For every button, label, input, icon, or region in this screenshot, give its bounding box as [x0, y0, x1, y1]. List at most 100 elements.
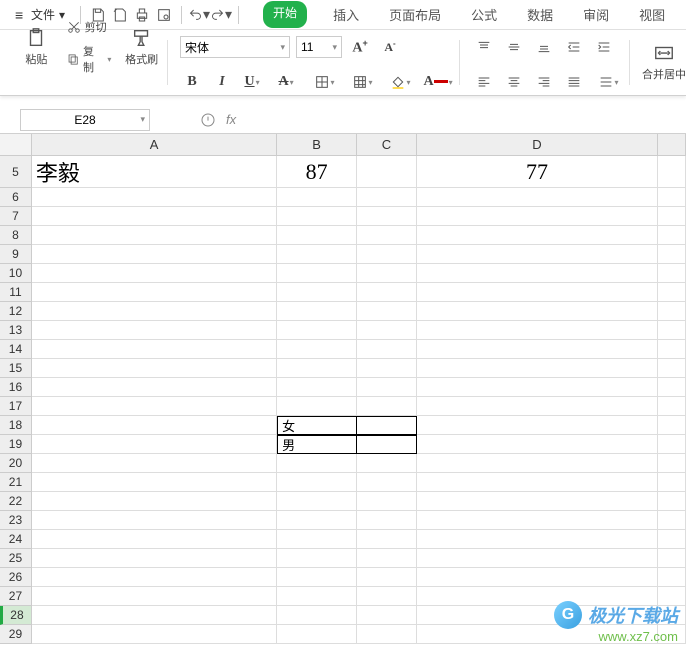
- row-header[interactable]: 27: [0, 587, 32, 606]
- cell[interactable]: [357, 587, 417, 606]
- row-header[interactable]: 20: [0, 454, 32, 473]
- cell[interactable]: [357, 492, 417, 511]
- cell[interactable]: [32, 568, 277, 587]
- cell[interactable]: 87: [277, 156, 357, 188]
- cell[interactable]: [277, 378, 357, 397]
- cell[interactable]: [357, 302, 417, 321]
- cell[interactable]: [357, 207, 417, 226]
- cell[interactable]: [357, 454, 417, 473]
- cell[interactable]: [658, 302, 686, 321]
- cell[interactable]: [658, 416, 686, 435]
- decrease-indent-button[interactable]: [562, 35, 586, 59]
- select-all-corner[interactable]: [0, 134, 32, 156]
- cell[interactable]: [357, 188, 417, 207]
- tab-data[interactable]: 数据: [523, 1, 557, 28]
- cell[interactable]: [417, 568, 658, 587]
- column-header[interactable]: D: [417, 134, 658, 156]
- align-bottom-button[interactable]: [532, 35, 556, 59]
- cell[interactable]: [32, 226, 277, 245]
- cell[interactable]: [357, 340, 417, 359]
- cell[interactable]: [417, 435, 658, 454]
- row-header[interactable]: 8: [0, 226, 32, 245]
- cell[interactable]: [658, 359, 686, 378]
- align-middle-button[interactable]: [502, 35, 526, 59]
- cell[interactable]: [357, 549, 417, 568]
- cell[interactable]: [417, 264, 658, 283]
- undo-icon[interactable]: ▾: [188, 4, 210, 26]
- cell[interactable]: [417, 207, 658, 226]
- row-header[interactable]: 16: [0, 378, 32, 397]
- cell[interactable]: [417, 283, 658, 302]
- cell[interactable]: [277, 302, 357, 321]
- cell[interactable]: [32, 283, 277, 302]
- tab-view[interactable]: 视图: [635, 1, 669, 28]
- cell[interactable]: 女: [277, 416, 357, 435]
- redo-icon[interactable]: ▾: [210, 4, 232, 26]
- cell[interactable]: [277, 549, 357, 568]
- cell[interactable]: [277, 568, 357, 587]
- tab-start[interactable]: 开始: [263, 1, 307, 28]
- cell[interactable]: [32, 416, 277, 435]
- cell[interactable]: [357, 530, 417, 549]
- increase-font-button[interactable]: A+: [348, 35, 372, 59]
- cell[interactable]: [357, 397, 417, 416]
- cell[interactable]: [658, 530, 686, 549]
- cell[interactable]: [32, 473, 277, 492]
- cell[interactable]: [277, 492, 357, 511]
- cell[interactable]: [357, 473, 417, 492]
- cell[interactable]: [277, 188, 357, 207]
- cell[interactable]: [658, 207, 686, 226]
- cell[interactable]: [658, 568, 686, 587]
- cell[interactable]: [658, 454, 686, 473]
- paste-button[interactable]: 粘贴: [16, 19, 57, 75]
- cell[interactable]: [357, 321, 417, 340]
- cell[interactable]: [417, 549, 658, 568]
- cell[interactable]: [658, 264, 686, 283]
- cell[interactable]: [32, 245, 277, 264]
- fill-pattern-button[interactable]: ▾: [346, 70, 378, 94]
- cell[interactable]: [658, 245, 686, 264]
- cell[interactable]: [277, 283, 357, 302]
- name-box[interactable]: E28 ▾: [20, 109, 150, 131]
- cell[interactable]: [357, 264, 417, 283]
- row-header[interactable]: 14: [0, 340, 32, 359]
- cell[interactable]: [658, 511, 686, 530]
- cell[interactable]: [32, 492, 277, 511]
- row-header[interactable]: 5: [0, 156, 32, 188]
- cell[interactable]: [417, 188, 658, 207]
- formula-input[interactable]: [244, 109, 686, 131]
- underline-button[interactable]: U▾: [240, 70, 264, 94]
- cell[interactable]: [277, 397, 357, 416]
- format-painter-button[interactable]: 格式刷: [121, 19, 162, 75]
- align-top-button[interactable]: [472, 35, 496, 59]
- tab-insert[interactable]: 插入: [329, 1, 363, 28]
- cell[interactable]: [658, 397, 686, 416]
- cell[interactable]: [32, 340, 277, 359]
- cell[interactable]: [417, 245, 658, 264]
- cell[interactable]: [357, 625, 417, 644]
- cut-button[interactable]: 剪切: [63, 17, 116, 37]
- copy-button[interactable]: 复制 ▾: [63, 41, 116, 77]
- cell[interactable]: [658, 340, 686, 359]
- cell[interactable]: [417, 226, 658, 245]
- strikethrough-button[interactable]: A▾: [270, 70, 302, 94]
- cell[interactable]: [277, 359, 357, 378]
- cell[interactable]: [32, 321, 277, 340]
- row-header[interactable]: 23: [0, 511, 32, 530]
- cell[interactable]: [357, 226, 417, 245]
- fill-color-button[interactable]: ▾: [384, 70, 416, 94]
- font-color-button[interactable]: A▾: [422, 70, 454, 94]
- cell[interactable]: [32, 454, 277, 473]
- row-header[interactable]: 12: [0, 302, 32, 321]
- cell[interactable]: [417, 397, 658, 416]
- border-button[interactable]: ▾: [308, 70, 340, 94]
- row-header[interactable]: 19: [0, 435, 32, 454]
- row-header[interactable]: 17: [0, 397, 32, 416]
- cell[interactable]: [417, 530, 658, 549]
- align-right-button[interactable]: [532, 70, 556, 94]
- row-header[interactable]: 29: [0, 625, 32, 644]
- row-header[interactable]: 24: [0, 530, 32, 549]
- cell[interactable]: [658, 321, 686, 340]
- orientation-button[interactable]: ▾: [592, 70, 624, 94]
- cell[interactable]: [417, 473, 658, 492]
